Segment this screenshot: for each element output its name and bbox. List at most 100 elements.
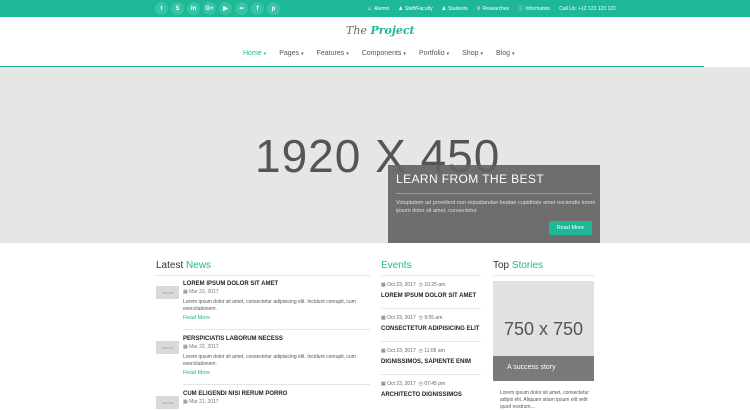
calendar-icon: ▦ — [381, 282, 386, 288]
event-divider — [381, 374, 481, 375]
news-divider — [183, 384, 370, 385]
hero-separator — [396, 193, 592, 194]
users-icon: ☺ — [367, 5, 373, 12]
user-icon: ♟ — [398, 5, 403, 12]
top-link-label: Alumni — [374, 5, 390, 12]
nav-portfolio[interactable]: Portfolio ▾ — [419, 50, 449, 57]
hero-caption-box: LEARN FROM THE BEST Voluptatem ad provid… — [388, 165, 600, 243]
event-date: Oct 23, 2017 — [387, 315, 416, 321]
heading-part: Latest — [156, 260, 184, 271]
logo-the: The — [346, 24, 367, 37]
social-links: t S in G+ ▶ •• f p — [155, 2, 280, 15]
event-divider — [381, 308, 481, 309]
nav-shop[interactable]: Shop ▾ — [462, 50, 483, 57]
news-title[interactable]: PERSPICIATIS LABORUM NECESS — [183, 336, 370, 342]
site-logo[interactable]: The Project — [346, 24, 415, 37]
event-date: Oct 23, 2017 — [387, 282, 416, 288]
event-item: ▦ Oct 23, 2017 ◷ 11:05 am DIGNISSIMOS, S… — [381, 348, 481, 365]
heading-part: Top — [493, 260, 510, 271]
user-icon: ♟ — [441, 5, 447, 12]
hero-title: LEARN FROM THE BEST — [396, 172, 545, 186]
nav-pages[interactable]: Pages ▾ — [279, 50, 303, 57]
news-thumbnail[interactable]: 300x200 — [156, 396, 179, 409]
calendar-icon: ▦ — [381, 381, 386, 387]
chevron-down-icon: ▾ — [346, 50, 349, 57]
nav-features[interactable]: Features ▾ — [317, 50, 349, 57]
event-title[interactable]: ARCHITECTO DIGNISSIMOS — [381, 392, 481, 398]
news-title[interactable]: CUM ELIGENDI NISI RERUM PORRO — [183, 391, 370, 397]
top-link-information[interactable]: ⓘ Information — [518, 5, 550, 13]
chevron-down-icon: ▾ — [263, 50, 267, 57]
search-icon: ⚲ — [476, 5, 481, 12]
clock-icon: ◷ — [418, 381, 423, 387]
event-title[interactable]: DIGNISSIMOS, SAPIENTE ENIM — [381, 359, 481, 365]
news-excerpt: Lorem ipsum dolor sit amet, consectetur … — [183, 299, 356, 312]
top-story-image[interactable]: 750 x 750 A success story — [493, 281, 594, 381]
skype-icon[interactable]: S — [171, 2, 184, 15]
event-date: Oct 23, 2017 — [387, 348, 416, 354]
google-plus-icon[interactable]: G+ — [203, 2, 216, 15]
chevron-down-icon: ▾ — [403, 50, 406, 57]
news-thumbnail[interactable]: 300x200 — [156, 341, 179, 354]
news-read-more-link[interactable]: Read More — [183, 370, 370, 376]
event-divider — [381, 341, 481, 342]
clock-icon: ◷ — [418, 315, 423, 321]
nav-blog[interactable]: Blog ▾ — [496, 50, 515, 57]
linkedin-icon[interactable]: in — [187, 2, 200, 15]
latest-news-heading: Latest News — [156, 260, 211, 271]
top-link-staff[interactable]: ♟ Staff/Faculty — [398, 6, 432, 12]
main-nav: Home ▾ Pages ▾ Features ▾ Components ▾ Portf… — [243, 50, 515, 57]
top-link-label: Students — [448, 5, 468, 12]
flickr-icon[interactable]: •• — [235, 2, 248, 15]
youtube-icon[interactable]: ▶ — [219, 2, 232, 15]
pinterest-icon[interactable]: p — [267, 2, 280, 15]
event-item: ▦ Oct 23, 2017 ◷ 10:25 am LOREM IPSUM DO… — [381, 282, 481, 299]
news-body: CUM ELIGENDI NISI RERUM PORRO ▦ Mar 21, … — [183, 391, 370, 405]
nav-label: Pages — [279, 50, 300, 57]
latest-news-rule — [156, 275, 370, 276]
hero-banner: 1920 X 450 LEARN FROM THE BEST Voluptate… — [0, 67, 750, 243]
news-date-text: Mar 23, 2017 — [189, 289, 219, 295]
top-link-label: Staff/Faculty — [404, 5, 433, 12]
news-date-text: Mar 22, 2017 — [189, 344, 219, 350]
heading-accent: News — [186, 260, 212, 271]
news-thumbnail[interactable]: 300x200 — [156, 286, 179, 299]
clock-icon: ◷ — [418, 348, 423, 354]
events-heading: Events — [381, 260, 412, 271]
top-stories-heading: Top Stories — [493, 260, 543, 271]
top-story-caption[interactable]: A success story — [493, 356, 594, 381]
top-links: ☺ Alumni ♟ Staff/Faculty ♟ Students ⚲ Resear… — [367, 0, 616, 17]
chevron-down-icon: ▾ — [480, 50, 484, 57]
twitter-icon[interactable]: t — [155, 2, 168, 15]
calendar-icon: ▦ — [183, 344, 188, 350]
nav-components[interactable]: Components ▾ — [362, 50, 406, 57]
top-link-students[interactable]: ♟ Students — [442, 6, 468, 12]
nav-home[interactable]: Home ▾ — [243, 50, 266, 57]
chevron-down-icon: ▾ — [446, 50, 450, 57]
clock-icon: ◷ — [418, 282, 423, 288]
event-date: Oct 23, 2017 — [387, 381, 416, 387]
event-item: ▦ Oct 23, 2017 ◷ 07:45 pm ARCHITECTO DIG… — [381, 381, 481, 398]
chevron-down-icon: ▾ — [512, 50, 515, 57]
news-title[interactable]: LOREM IPSUM DOLOR SIT AMET — [183, 281, 370, 287]
event-item: ▦ Oct 23, 2017 ◷ 9:55 am CONSECTETUR ADI… — [381, 315, 481, 332]
top-link-alumni[interactable]: ☺ Alumni — [367, 6, 389, 12]
facebook-icon[interactable]: f — [251, 2, 264, 15]
news-item: 300x200 LOREM IPSUM DOLOR SIT AMET ▦ Mar… — [156, 281, 370, 331]
event-meta: ▦ Oct 23, 2017 ◷ 10:25 am — [381, 282, 481, 288]
hero-read-more-button[interactable]: Read More — [548, 221, 592, 235]
news-body: PERSPICIATIS LABORUM NECESS ▦ Mar 22, 20… — [183, 336, 370, 376]
phone-number[interactable]: Call Us: +12 123 123 123 — [559, 6, 616, 12]
news-item: 300x200 PERSPICIATIS LABORUM NECESS ▦ Ma… — [156, 336, 370, 386]
news-read-more-link[interactable]: Read More — [183, 315, 370, 321]
event-title[interactable]: LOREM IPSUM DOLOR SIT AMET — [381, 293, 481, 299]
event-time: 9:55 am — [424, 315, 443, 321]
top-link-researches[interactable]: ⚲ Researches — [477, 6, 509, 12]
top-story-placeholder-dimension: 750 x 750 — [503, 319, 584, 339]
info-icon: ⓘ — [518, 6, 524, 12]
event-meta: ▦ Oct 23, 2017 ◷ 9:55 am — [381, 315, 481, 321]
event-meta: ▦ Oct 23, 2017 ◷ 07:45 pm — [381, 381, 481, 387]
site-header: The Project Home ▾ Pages ▾ Features ▾ Compo… — [0, 17, 750, 65]
top-story-text: Lorem ipsum dolor sit amet, consectetur … — [500, 390, 589, 410]
event-title[interactable]: CONSECTETUR ADIPISICING ELIT — [381, 326, 481, 332]
